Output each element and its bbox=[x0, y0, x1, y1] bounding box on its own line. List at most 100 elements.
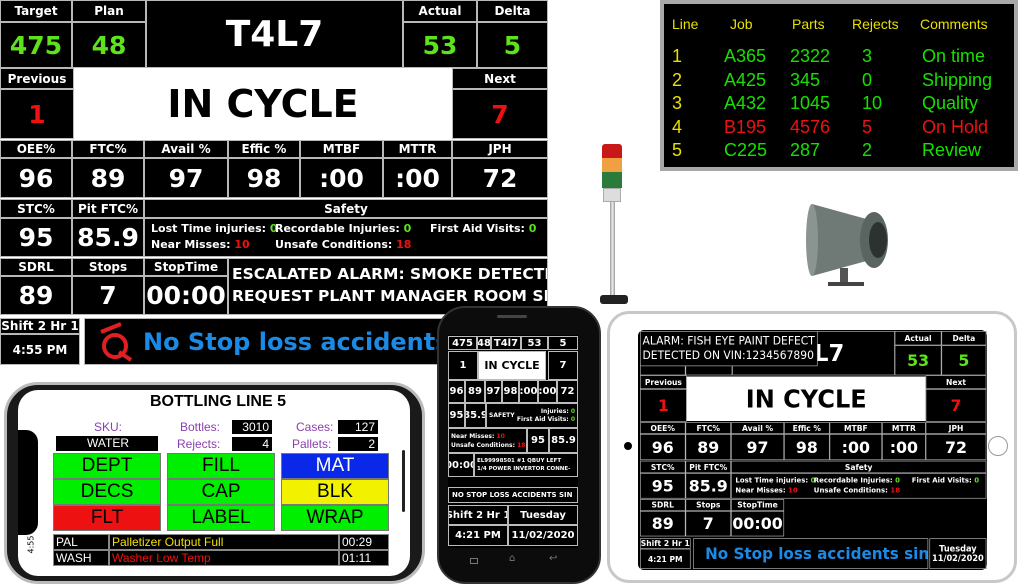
actual-value: 53 bbox=[894, 345, 942, 376]
first-aid-visits: First Aid Visits: 0 bbox=[430, 222, 536, 235]
kpi-value: 72 bbox=[557, 380, 578, 403]
station-blk[interactable]: BLK bbox=[281, 479, 389, 505]
unsafe-conditions-label: Unsafe Conditions: bbox=[813, 486, 888, 495]
kpi-value: :00 bbox=[300, 158, 383, 198]
pit-ftc-label: Pit FTC% bbox=[685, 460, 732, 474]
kpi-value: 97 bbox=[144, 158, 228, 198]
alarm-line-2: 1/4 POWER INVERTOR CONNE- bbox=[477, 466, 571, 472]
cell-rejects: 10 bbox=[862, 93, 883, 113]
previous-value: 1 bbox=[448, 351, 478, 380]
station-wrap[interactable]: WRAP bbox=[281, 505, 389, 531]
station-cap[interactable]: CAP bbox=[167, 479, 275, 505]
table-row: 3 A432 1045 10 Quality bbox=[664, 93, 1014, 117]
stc-label: STC% bbox=[0, 199, 72, 218]
cell-parts: 1045 bbox=[790, 93, 831, 113]
station-label[interactable]: LABEL bbox=[167, 505, 275, 531]
header-parts: Parts bbox=[792, 16, 825, 32]
station-fill[interactable]: FILL bbox=[167, 453, 275, 479]
stc-value: 95 bbox=[448, 403, 465, 428]
safety-label: Safety bbox=[144, 199, 548, 218]
alarm-line-1: ALARM: FISH EYE PAINT DEFECT bbox=[642, 334, 815, 348]
cell-job: A365 bbox=[724, 46, 767, 66]
stc-value: 95 bbox=[640, 473, 686, 499]
actual-value: 53 bbox=[403, 22, 477, 68]
alarm-line-2: DETECTED ON VIN:1234567890 bbox=[642, 349, 814, 363]
lost-time-injuries-label: Lost Time injuries: bbox=[151, 222, 267, 235]
delta-value: 5 bbox=[941, 345, 987, 376]
safety-panel: SAFETY Injuries: 0 First Aid Visits: 0 bbox=[486, 403, 578, 428]
kpi-label: OEE% bbox=[640, 422, 686, 435]
clock-time: 4:55 PM bbox=[0, 334, 80, 365]
cycle-status: IN CYCLE bbox=[74, 70, 452, 138]
sdrl-label: SDRL bbox=[640, 499, 686, 511]
cell-rejects: 5 bbox=[862, 116, 873, 137]
header-job: Job bbox=[730, 16, 753, 32]
cell-rejects: 0 bbox=[862, 69, 873, 90]
kpi-label: Effic % bbox=[228, 140, 300, 158]
previous-value: 1 bbox=[0, 89, 74, 139]
date-panel: Tuesday 11/02/2020 bbox=[929, 538, 987, 569]
status-time: 4:55 bbox=[26, 535, 36, 554]
stops-label: Stops bbox=[685, 499, 732, 511]
station-mat[interactable]: MAT bbox=[281, 453, 389, 479]
back-icon[interactable]: ↩ bbox=[549, 553, 557, 564]
safety-panel: Lost Time injuries: 0 Recordable Injuries… bbox=[731, 473, 987, 499]
previous-label: Previous bbox=[0, 68, 74, 89]
unsafe-label: Unsafe Conditions: bbox=[451, 441, 515, 449]
kpi-value: :00 bbox=[383, 158, 452, 198]
banner-text: NO STOP LOSS ACCIDENTS SIN bbox=[448, 487, 578, 503]
delta-label: Delta bbox=[477, 0, 548, 22]
scrolling-banner: No Stop loss accidents sin bbox=[693, 538, 929, 569]
first-aid-visits-value: 0 bbox=[974, 475, 980, 485]
unsafe-conditions-value: 18 bbox=[890, 486, 901, 495]
recents-icon[interactable] bbox=[470, 558, 478, 564]
banner-text: No Stop loss accidents si bbox=[143, 327, 481, 356]
pallets-label: Pallets: bbox=[292, 437, 332, 451]
station-flt[interactable]: FLT bbox=[53, 505, 161, 531]
cell-job: A432 bbox=[724, 93, 767, 113]
table-row: 1 A365 2322 3 On time bbox=[664, 46, 1014, 70]
alarm-message: ALARM: FISH EYE PAINT DEFECT DETECTED ON … bbox=[640, 331, 818, 367]
cell-rejects: 3 bbox=[862, 46, 873, 66]
recordable-injuries: Recordable Injuries: 0 bbox=[814, 476, 900, 484]
date-label: 11/02/2020 bbox=[508, 525, 578, 546]
first-aid-visits-label: First Aid Visits: bbox=[911, 475, 972, 485]
stops-value: 7 bbox=[685, 510, 732, 537]
tablet-home-button[interactable] bbox=[988, 436, 1008, 456]
unsafe-conditions: Unsafe Conditions: 18 bbox=[814, 486, 900, 494]
station-decs[interactable]: DECS bbox=[53, 479, 161, 505]
sku-value: WATER bbox=[56, 436, 158, 451]
kpi-label: JPH bbox=[452, 140, 548, 158]
kpi-label: MTTR bbox=[383, 140, 452, 158]
header-rejects: Rejects bbox=[852, 16, 899, 32]
scrollbar[interactable] bbox=[402, 450, 405, 512]
safety-label: Safety bbox=[731, 460, 987, 474]
bottles-label: Bottles: bbox=[180, 420, 221, 434]
stoptime-label: StopTime bbox=[144, 258, 228, 276]
safety-panel: Lost Time injuries: 0 Recordable Injuries… bbox=[144, 218, 548, 257]
kpi-label: MTBF bbox=[829, 422, 883, 435]
stoptime-value: 00:00 bbox=[731, 510, 785, 537]
cases-value: 127 bbox=[338, 420, 378, 434]
near-misses-value: 10 bbox=[234, 238, 250, 251]
day-label: Tuesday bbox=[939, 543, 977, 554]
kpi-value: 89 bbox=[685, 434, 732, 461]
previous-label: Previous bbox=[640, 375, 687, 390]
pit-ftc-label: Pit FTC% bbox=[72, 199, 144, 218]
plan-label: Plan bbox=[72, 0, 146, 22]
event-message: Palletizer Output Full bbox=[109, 534, 339, 550]
clock-time: 4:21 PM bbox=[640, 548, 691, 569]
rejects-label: Rejects: bbox=[177, 437, 221, 451]
kpi-label: OEE% bbox=[0, 140, 72, 158]
next-label: Next bbox=[925, 375, 987, 390]
target-value: 475 bbox=[0, 22, 72, 68]
cell-comment: Quality bbox=[922, 93, 979, 113]
home-icon[interactable]: ⌂ bbox=[509, 553, 515, 564]
table-header: Line Job Parts Rejects Comments bbox=[664, 16, 1014, 40]
station-dept[interactable]: DEPT bbox=[53, 453, 161, 479]
phone-notch bbox=[18, 430, 38, 535]
stc-value: 95 bbox=[0, 218, 72, 257]
kpi-label: FTC% bbox=[72, 140, 144, 158]
horn-speaker-image bbox=[806, 204, 888, 286]
kpi-value: 72 bbox=[452, 158, 548, 198]
